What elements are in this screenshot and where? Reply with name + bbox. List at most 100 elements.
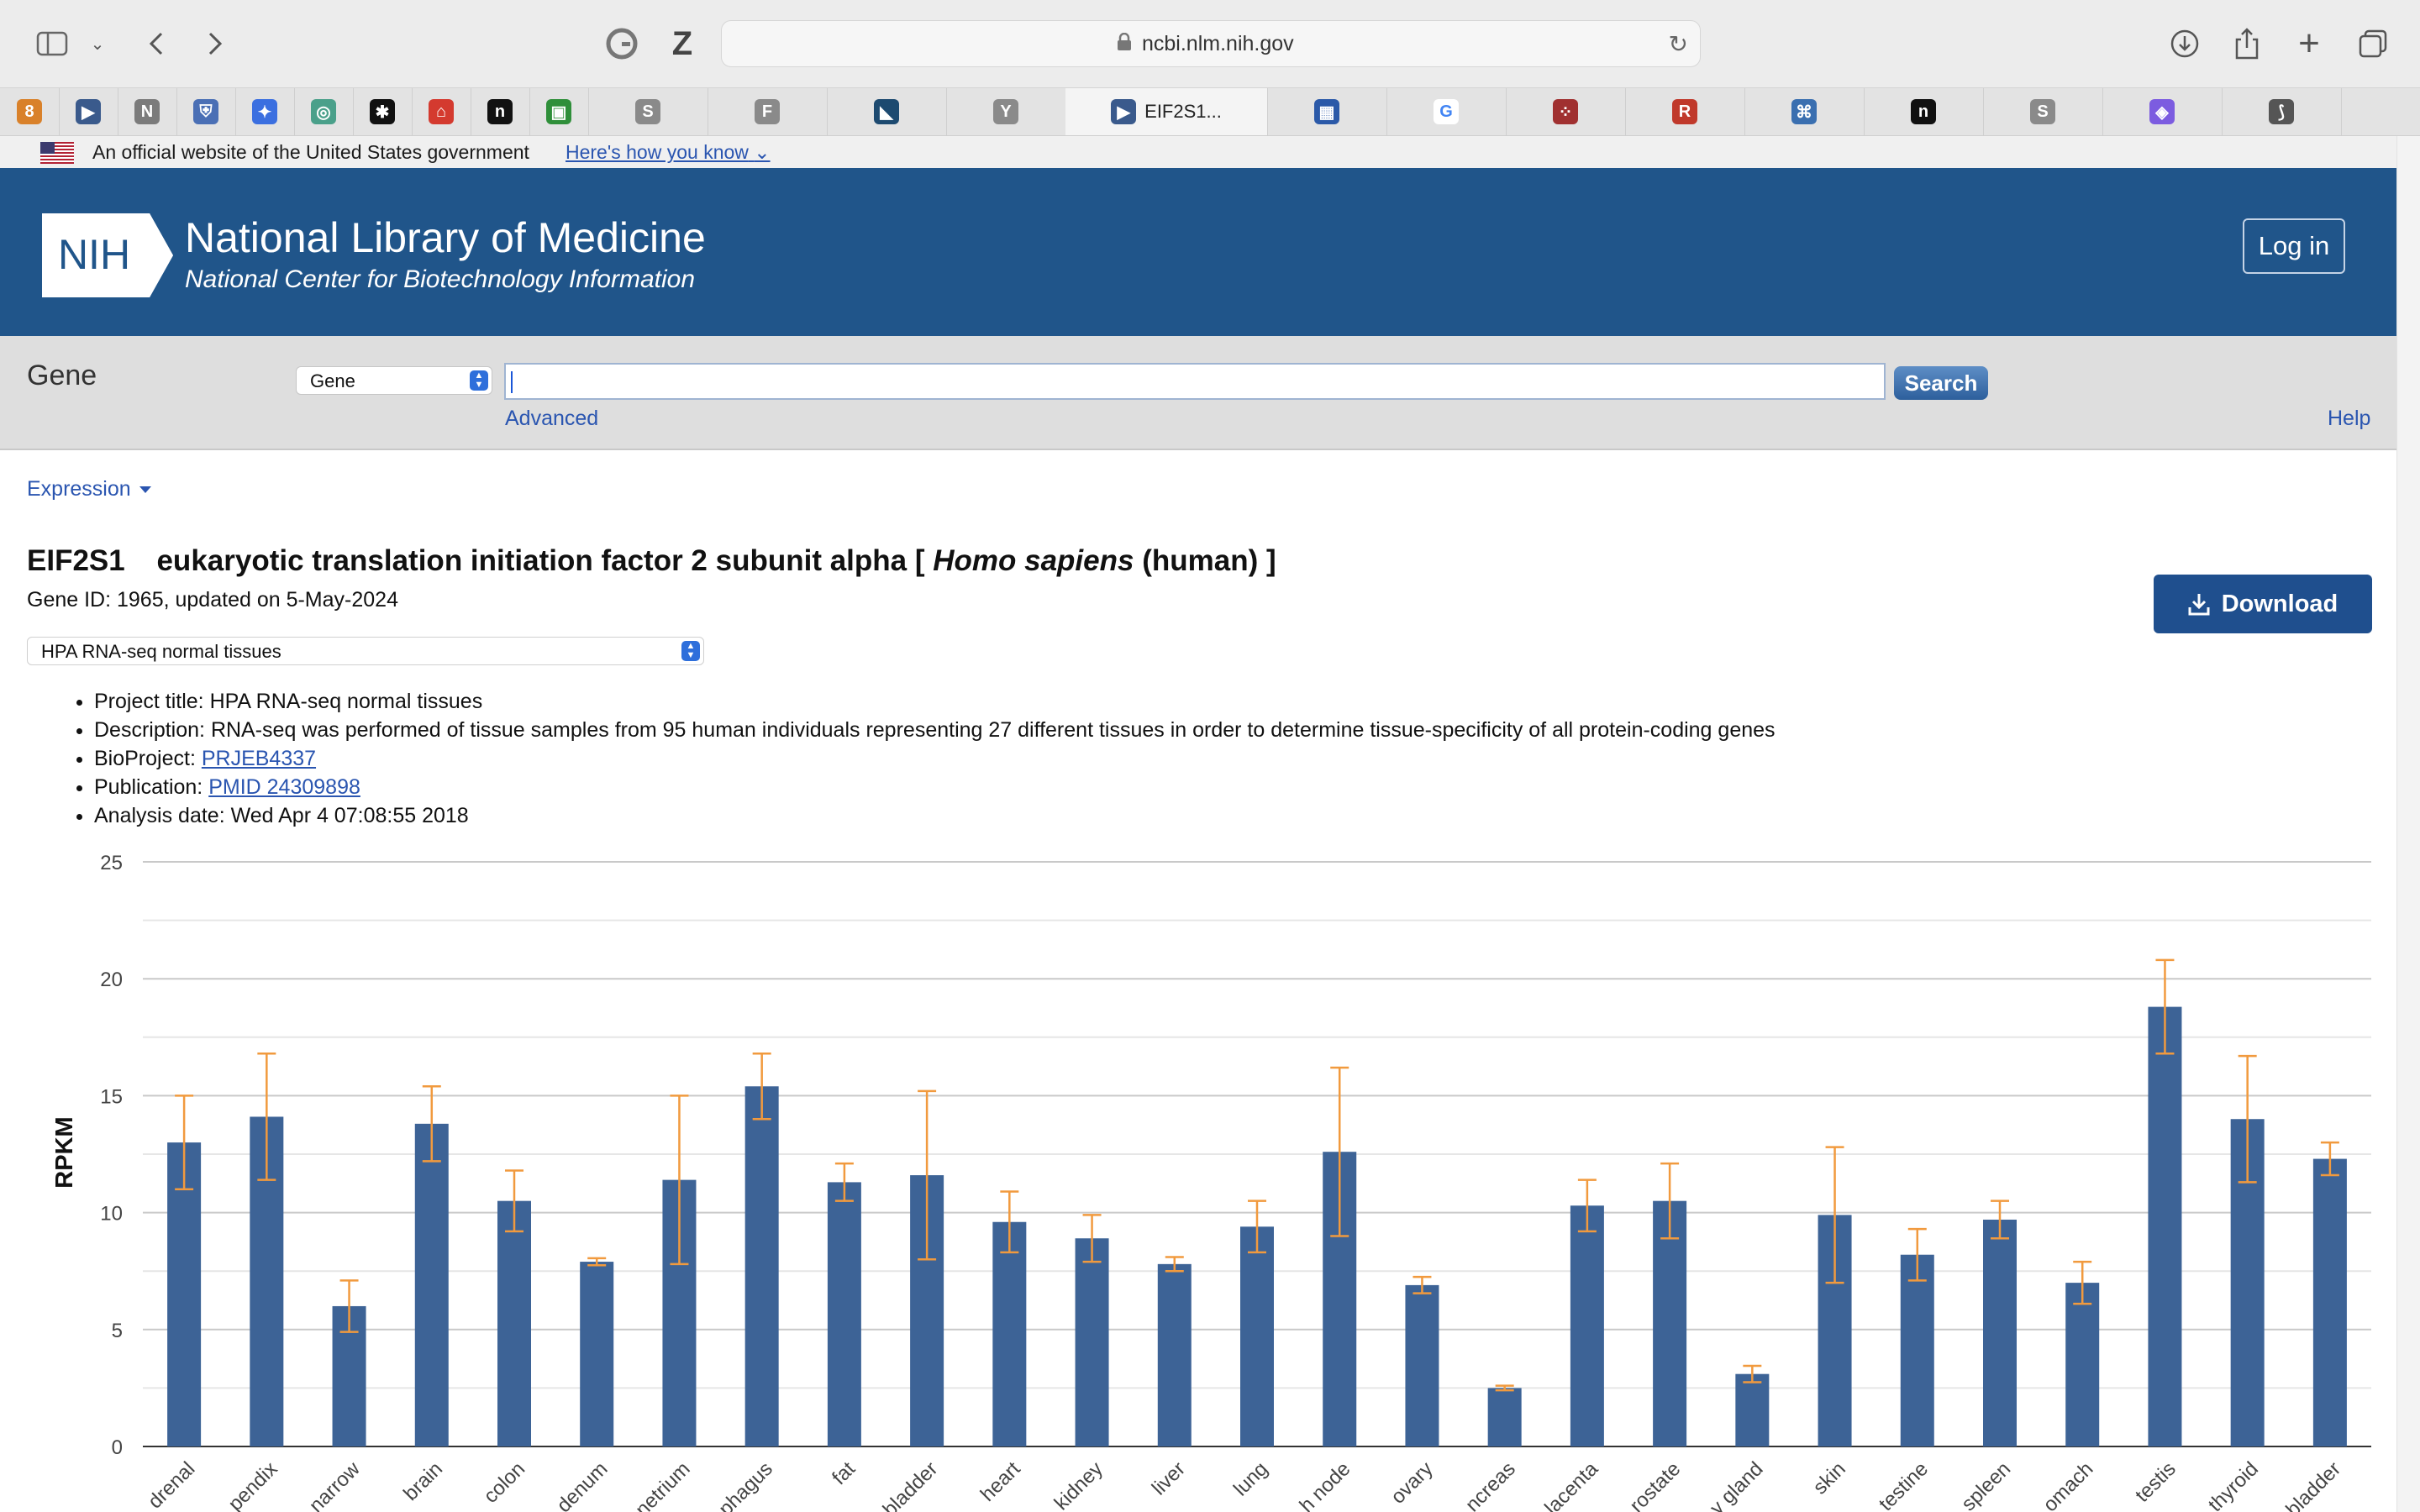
publication-link[interactable]: PMID 24309898 — [208, 775, 360, 799]
x-tick-label: kidney — [1050, 1457, 1107, 1512]
y-tick-label: 5 — [112, 1320, 123, 1342]
expression-bar-chart: 0 5 10 15 20 25 RPKM drenal pendix narrow brain c… — [51, 852, 2371, 1512]
download-button[interactable]: Download — [2154, 575, 2372, 633]
browser-tab[interactable]: n — [1864, 88, 1984, 135]
data-bar — [1157, 1263, 1192, 1446]
n-circle-icon: n — [487, 99, 513, 124]
browser-tab[interactable]: S — [1983, 88, 2103, 135]
nih-logo[interactable]: NIH — [42, 213, 173, 297]
browser-tab[interactable]: Y — [946, 88, 1066, 135]
x-tick-label: brain — [399, 1457, 447, 1505]
browser-tab[interactable]: ◈ — [2102, 88, 2223, 135]
how-you-know-link[interactable]: Here's how you know ⌄ — [566, 141, 771, 164]
browser-tab[interactable]: ✦ — [235, 88, 295, 135]
expression-menu[interactable]: Expression — [27, 477, 151, 501]
r-icon: R — [1672, 99, 1697, 124]
network-icon: ✱ — [370, 99, 395, 124]
browser-tab[interactable]: ⛨ — [176, 88, 236, 135]
share-icon[interactable] — [2228, 24, 2265, 64]
grammarly-icon[interactable] — [603, 24, 640, 64]
browser-tab[interactable]: 8 — [0, 88, 60, 135]
browser-tab[interactable]: n — [471, 88, 530, 135]
browser-tab[interactable]: ⁘ — [1506, 88, 1626, 135]
new-tab-icon[interactable]: + — [2291, 23, 2328, 64]
browser-tab[interactable]: ▶ EIF2S1... — [1065, 88, 1268, 135]
chevron-down-icon[interactable]: ⌄ — [87, 24, 108, 64]
tab-overview-icon[interactable] — [2354, 24, 2391, 64]
data-bar — [497, 1200, 531, 1446]
gene-name-prefix: eukaryotic translation initiation factor… — [156, 544, 925, 577]
browser-tab[interactable]: ◣ — [827, 88, 947, 135]
project-info-list: Project title: HPA RNA-seq normal tissue… — [67, 687, 1776, 830]
browser-tab[interactable]: N — [118, 88, 177, 135]
data-bar — [744, 1086, 779, 1446]
data-bar — [1405, 1284, 1439, 1446]
data-bar — [1240, 1226, 1274, 1446]
classroom-icon: ▣ — [546, 99, 571, 124]
help-link[interactable]: Help — [2328, 407, 2370, 431]
nih-logo-text: NIH — [58, 231, 130, 278]
zotero-icon[interactable]: Z — [664, 24, 701, 64]
browser-tab[interactable]: ▣ — [529, 88, 589, 135]
browser-tab[interactable]: G — [1386, 88, 1507, 135]
orange-circle-icon: 8 — [17, 99, 42, 124]
page-scrollbar[interactable] — [2396, 136, 2420, 1512]
tab-bar: 8 ▶ N ⛨ ✦ ◎ ✱ ⌂ n ▣ S F ◣ Y ▶ EIF2S1... ▦ G ⁘ R ⌘ n S ◈ ⟆ — [0, 88, 2420, 136]
x-tick-label: denum — [552, 1457, 612, 1512]
data-bar — [2312, 1158, 2347, 1446]
openai-icon: ◎ — [311, 99, 336, 124]
dataset-select[interactable]: HPA RNA-seq normal tissues ▲ ▼ — [27, 637, 704, 665]
back-icon[interactable] — [139, 24, 173, 64]
x-tick-label: phagus — [714, 1457, 777, 1512]
x-tick-label: omach — [2039, 1457, 2097, 1512]
n-circle-icon: n — [1911, 99, 1936, 124]
sidebar-toggle-icon[interactable] — [34, 24, 71, 64]
address-bar[interactable]: ncbi.nlm.nih.gov ↻ — [721, 20, 1701, 67]
x-tick-label: testis — [2131, 1457, 2181, 1507]
x-tick-label: ovary — [1386, 1457, 1438, 1509]
x-tick-label: narrow — [305, 1457, 365, 1512]
data-bar — [1487, 1388, 1522, 1446]
y-tick-label: 25 — [100, 852, 123, 874]
y-tick-label: 20 — [100, 969, 123, 991]
forward-icon[interactable] — [198, 24, 232, 64]
pdf-icon: ⌂ — [429, 99, 454, 124]
downloads-icon[interactable] — [2166, 24, 2203, 64]
nlm-title[interactable]: National Library of Medicine — [185, 213, 706, 262]
search-input[interactable] — [504, 363, 1886, 400]
browser-tab[interactable]: ⌂ — [412, 88, 471, 135]
browser-tab[interactable]: ◎ — [294, 88, 354, 135]
triangle-icon: ◣ — [874, 99, 899, 124]
browser-tab[interactable]: F — [708, 88, 828, 135]
search-button[interactable]: Search — [1894, 366, 1988, 400]
nlm-header: NIH National Library of Medicine Nationa… — [0, 168, 2396, 336]
notion-n-icon: N — [134, 99, 160, 124]
browser-tab[interactable]: ✱ — [353, 88, 413, 135]
pubmed-icon: ▶ — [76, 99, 101, 124]
reload-icon[interactable]: ↻ — [1669, 30, 1688, 58]
browser-tab[interactable]: S — [588, 88, 708, 135]
browser-tab[interactable]: ▶ — [59, 88, 118, 135]
browser-tab[interactable]: ⌘ — [1744, 88, 1865, 135]
analysis-date-item: Analysis date: Wed Apr 4 07:08:55 2018 — [94, 801, 1776, 830]
x-tick-label: h node — [1295, 1457, 1355, 1512]
browser-tab[interactable]: R — [1625, 88, 1745, 135]
gov-banner: An official website of the United States… — [0, 136, 2396, 168]
x-tick-label: spleen — [1957, 1457, 2015, 1512]
data-bar — [2065, 1283, 2100, 1446]
database-select[interactable]: Gene ▲ ▼ — [296, 366, 492, 395]
database-label: Gene — [27, 360, 97, 391]
select-stepper-icon: ▲ ▼ — [681, 641, 700, 661]
x-tick-label: y gland — [1706, 1457, 1768, 1512]
browser-tab[interactable]: ⟆ — [2222, 88, 2342, 135]
x-tick-label: netrium — [631, 1457, 695, 1512]
x-tick-label: thyroid — [2204, 1457, 2263, 1512]
publication-item: Publication: PMID 24309898 — [94, 773, 1776, 801]
bioproject-link[interactable]: PRJEB4337 — [202, 747, 316, 770]
y-tick-label: 0 — [112, 1436, 123, 1459]
description-item: Description: RNA-seq was performed of ti… — [94, 716, 1776, 744]
y-icon: Y — [993, 99, 1018, 124]
login-button[interactable]: Log in — [2243, 218, 2345, 274]
advanced-search-link[interactable]: Advanced — [505, 407, 598, 431]
browser-tab[interactable]: ▦ — [1267, 88, 1387, 135]
